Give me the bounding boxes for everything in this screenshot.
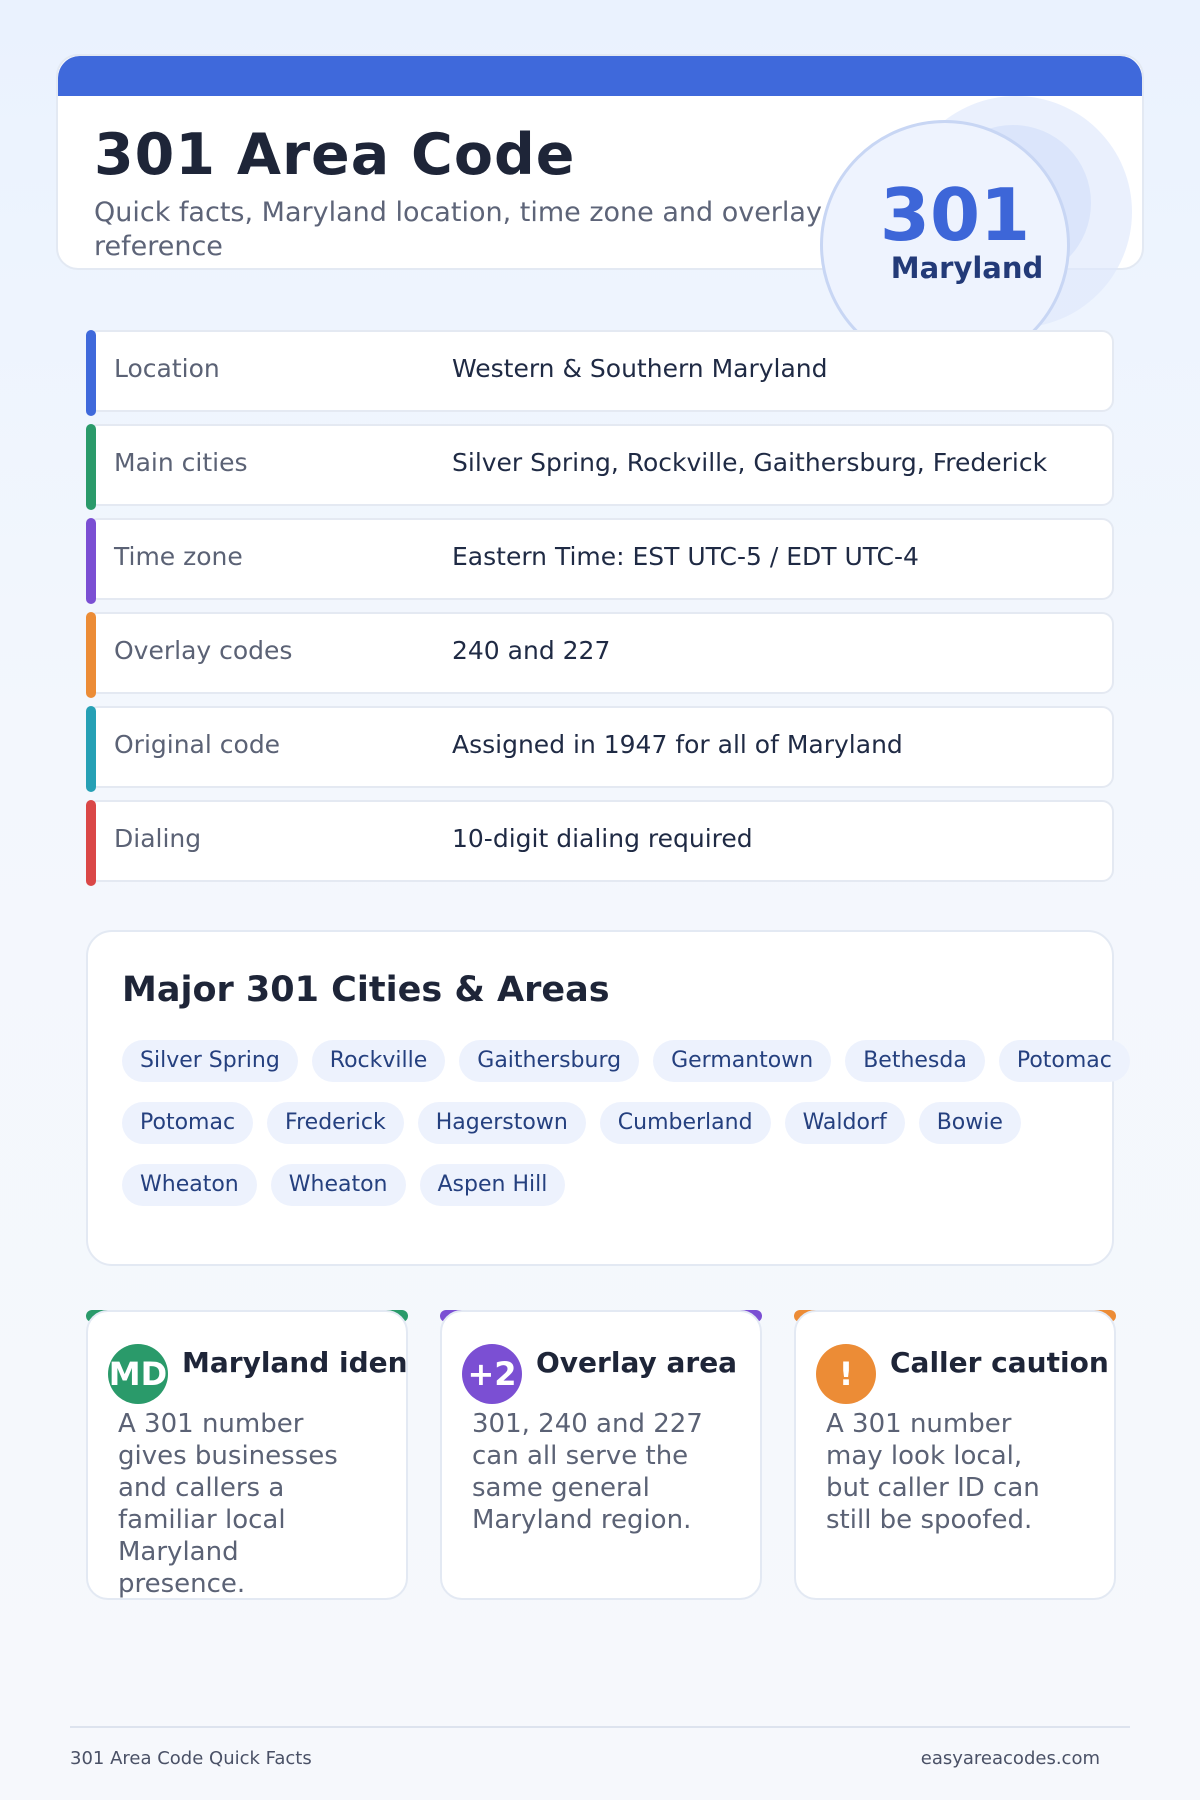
city-chip: Cumberland (599, 1102, 771, 1144)
info-card-title: Caller caution (890, 1346, 1109, 1379)
city-chip: Germantown (653, 1040, 832, 1082)
page-title: 301 Area Code (94, 122, 576, 188)
city-chips: Silver Spring Rockville Gaithersburg German… (122, 1040, 1142, 1206)
fact-value: 10-digit dialing required (452, 824, 753, 853)
city-chip: Potomac (122, 1102, 254, 1144)
city-chip: Silver Spring (122, 1040, 298, 1082)
page: 301 Area Code Quick facts, Maryland loca… (0, 0, 1200, 1800)
info-card-caller-caution: ! Caller caution A 301 number may look l… (794, 1310, 1116, 1600)
badge-code: 301 (879, 173, 1031, 257)
fact-row-original-code: Original code Assigned in 1947 for all o… (86, 706, 1114, 792)
city-chip: Potomac (998, 1040, 1130, 1082)
cities-title: Major 301 Cities & Areas (122, 970, 610, 1010)
city-chip: Bowie (918, 1102, 1021, 1144)
fact-row-overlay-codes: Overlay codes 240 and 227 (86, 612, 1114, 698)
info-card-text: A 301 number may look local, but caller … (826, 1409, 1040, 1535)
fact-row-location: Location Western & Southern Maryland (86, 330, 1114, 416)
fact-value: Eastern Time: EST UTC-5 / EDT UTC-4 (452, 542, 919, 571)
city-chip: Rockville (311, 1040, 446, 1082)
plus-two-icon: +2 (462, 1344, 522, 1404)
fact-accent (86, 518, 96, 604)
city-chip: Frederick (267, 1102, 404, 1144)
info-card-title: Maryland identity (182, 1346, 408, 1379)
fact-value: Silver Spring, Rockville, Gaithersburg, … (452, 448, 1048, 477)
fact-value: Western & Southern Maryland (452, 354, 828, 383)
fact-row-main-cities: Main cities Silver Spring, Rockville, Ga… (86, 424, 1114, 510)
fact-accent (86, 330, 96, 416)
city-chip: Bethesda (845, 1040, 985, 1082)
fact-accent (86, 706, 96, 792)
badge-state: Maryland (890, 251, 1044, 285)
fact-label: Location (114, 354, 220, 383)
info-card-maryland-identity: MD Maryland identity A 301 number gives … (86, 1310, 408, 1600)
city-chip: Hagerstown (417, 1102, 586, 1144)
info-card-text: A 301 number gives businesses and caller… (118, 1409, 338, 1599)
fact-label: Dialing (114, 824, 202, 853)
footer-divider (70, 1726, 1130, 1728)
info-card-text: 301, 240 and 227 can all serve the same … (472, 1409, 703, 1535)
fact-label: Main cities (114, 448, 248, 477)
fact-accent (86, 424, 96, 510)
info-card-title: Overlay area (536, 1346, 738, 1379)
fact-value: 240 and 227 (452, 636, 611, 665)
city-chip: Aspen Hill (419, 1164, 566, 1206)
warning-icon: ! (816, 1344, 876, 1404)
city-chip: Waldorf (784, 1102, 905, 1144)
city-chip: Wheaton (122, 1164, 257, 1206)
facts-list: Location Western & Southern Maryland Mai… (86, 330, 1114, 894)
maryland-initials-icon: MD (108, 1344, 168, 1404)
fact-row-dialing: Dialing 10-digit dialing required (86, 800, 1114, 886)
fact-value: Assigned in 1947 for all of Maryland (452, 730, 903, 759)
fact-label: Original code (114, 730, 281, 759)
fact-accent (86, 612, 96, 698)
fact-accent (86, 800, 96, 886)
page-subtitle: Quick facts, Maryland location, time zon… (94, 197, 822, 262)
city-chip: Wheaton (270, 1164, 406, 1206)
info-card-overlay-area: +2 Overlay area 301, 240 and 227 can all… (440, 1310, 762, 1600)
fact-label: Overlay codes (114, 636, 293, 665)
city-chip: Gaithersburg (459, 1040, 640, 1082)
footer-site-link[interactable]: easyareacodes.com (921, 1748, 1100, 1769)
cities-card: Major 301 Cities & Areas Silver Spring Ro… (86, 930, 1130, 1266)
header-accent-bar (58, 56, 1142, 96)
footer-title: 301 Area Code Quick Facts (70, 1748, 312, 1769)
fact-row-time-zone: Time zone Eastern Time: EST UTC-5 / EDT … (86, 518, 1114, 604)
fact-label: Time zone (114, 542, 243, 571)
